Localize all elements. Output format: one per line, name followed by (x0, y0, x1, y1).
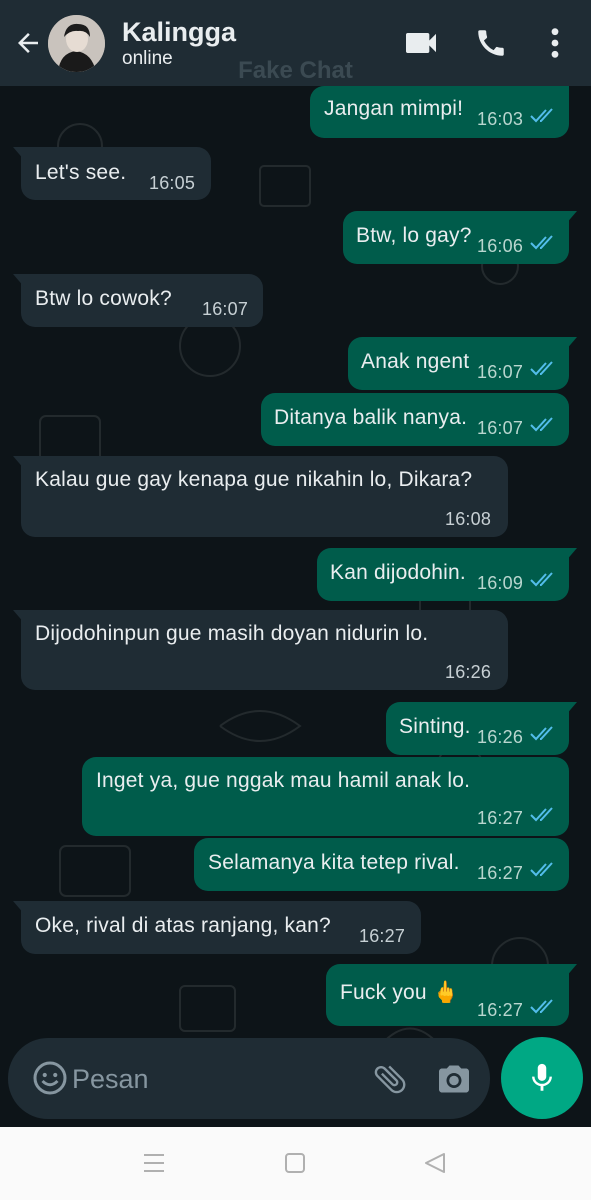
bubble-tail (13, 274, 25, 288)
message-input[interactable]: Pesan (72, 1064, 149, 1095)
message-bubble-outgoing[interactable]: Selamanya kita tetep rival. 16:27 (194, 838, 569, 891)
message-time: 16:09 (477, 573, 524, 593)
emoji-icon[interactable] (32, 1060, 68, 1096)
message-bubble-outgoing[interactable]: Sinting. 16:26 (386, 702, 577, 755)
double-check-icon (530, 361, 553, 376)
bubble-tail (13, 147, 25, 161)
bubble-tail (13, 610, 25, 624)
message-text: Sinting. (399, 715, 471, 738)
arrow-left-icon (18, 33, 38, 53)
message-time: 16:05 (149, 173, 196, 193)
message-text: Kalau gue gay kenapa gue nikahin lo, Dik… (35, 468, 473, 491)
message-bubble-incoming[interactable]: Btw lo cowok? 16:07 (13, 274, 263, 327)
message-bubble-incoming[interactable]: Dijodohinpun gue masih doyan nidurin lo.… (13, 610, 508, 690)
bubble-tail (565, 702, 577, 716)
message-text: Dijodohinpun gue masih doyan nidurin lo. (35, 622, 429, 645)
bubble-tail (13, 456, 25, 470)
message-text: Jangan mimpi! (324, 97, 464, 120)
bubble-tail (565, 337, 577, 351)
double-check-icon (530, 999, 553, 1014)
message-bubble-incoming[interactable]: Kalau gue gay kenapa gue nikahin lo, Dik… (13, 456, 508, 537)
message-time: 16:08 (445, 509, 492, 529)
message-text: Let's see. (35, 161, 127, 184)
message-text: Kan dijodohin. (330, 561, 466, 584)
message-bubble-incoming[interactable]: Oke, rival di atas ranjang, kan? 16:27 (13, 901, 421, 954)
chat-area[interactable]: Jangan mimpi! 16:03 Let's see. 16:05 Btw… (0, 86, 591, 1127)
message-text: Selamanya kita tetep rival. (208, 851, 460, 874)
message-time: 16:07 (477, 362, 524, 382)
nav-menu-icon[interactable] (142, 1152, 166, 1174)
message-text: Fuck you 🖕 (340, 981, 460, 1004)
nav-back-icon[interactable] (423, 1152, 447, 1174)
message-time: 16:07 (202, 299, 249, 319)
system-nav-bar (0, 1127, 591, 1200)
message-time: 16:26 (445, 662, 492, 682)
message-text: Anak ngent (361, 350, 470, 373)
message-bubble-outgoing[interactable]: Kan dijodohin. 16:09 (317, 548, 577, 601)
bubble-tail (13, 901, 25, 915)
voice-call-button[interactable] (473, 26, 509, 60)
nav-home-icon[interactable] (284, 1152, 306, 1174)
message-text: Inget ya, gue nggak mau hamil anak lo. (96, 769, 471, 792)
message-text: Ditanya balik nanya. (274, 406, 468, 429)
message-text: Btw lo cowok? (35, 287, 172, 310)
bubble-tail (565, 211, 577, 225)
double-check-icon (530, 862, 553, 877)
watermark: Fake Chat (238, 57, 353, 84)
message-text: Oke, rival di atas ranjang, kan? (35, 914, 331, 937)
double-check-icon (530, 108, 553, 123)
bubble-tail (565, 964, 577, 978)
message-bubble-outgoing[interactable]: Anak ngent 16:07 (348, 337, 577, 390)
more-options-button[interactable] (545, 26, 565, 60)
message-time: 16:27 (477, 863, 524, 883)
message-bubble-outgoing[interactable]: Ditanya balik nanya. 16:07 (261, 393, 569, 446)
contact-name: Kalingga (122, 17, 237, 47)
double-check-icon (530, 417, 553, 432)
message-bubble-outgoing[interactable]: Inget ya, gue nggak mau hamil anak lo. 1… (82, 757, 569, 836)
message-time: 16:27 (477, 1000, 524, 1020)
double-check-icon (530, 726, 553, 741)
message-time: 16:27 (359, 926, 406, 946)
paperclip-icon[interactable] (371, 1060, 409, 1098)
message-time: 16:07 (477, 418, 524, 438)
double-check-icon (530, 235, 553, 250)
mic-button[interactable] (501, 1037, 583, 1119)
message-time: 16:27 (477, 808, 524, 828)
message-text: Btw, lo gay? (356, 224, 472, 247)
bubble-tail (565, 548, 577, 562)
double-check-icon (530, 572, 553, 587)
message-bubble-incoming[interactable]: Let's see. 16:05 (13, 147, 211, 200)
message-input-bar[interactable]: Pesan (8, 1038, 490, 1119)
message-bubble-outgoing[interactable]: Jangan mimpi! 16:03 (310, 86, 569, 138)
message-time: 16:26 (477, 727, 524, 747)
message-bubble-outgoing[interactable]: Fuck you 🖕 16:27 (326, 964, 577, 1026)
message-bubble-outgoing[interactable]: Btw, lo gay? 16:06 (343, 211, 577, 264)
phone-icon (478, 30, 504, 56)
more-vert-icon (551, 28, 559, 58)
message-time: 16:06 (477, 236, 524, 256)
microphone-icon (532, 1063, 552, 1091)
double-check-icon (530, 807, 553, 822)
message-time: 16:03 (477, 109, 524, 129)
camera-icon[interactable] (436, 1061, 472, 1097)
